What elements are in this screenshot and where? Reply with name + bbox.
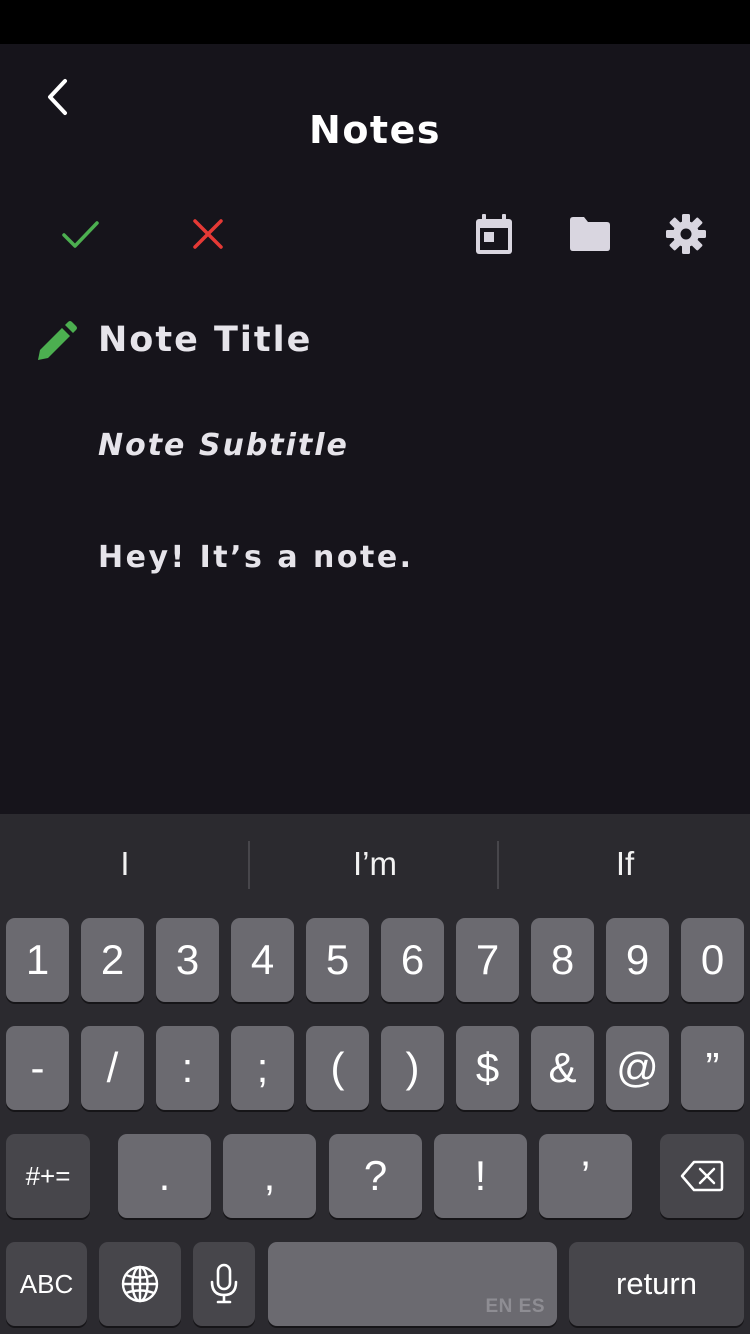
return-button[interactable]: return [569,1242,744,1326]
key-close-paren[interactable]: ) [381,1026,444,1110]
key-label: 8 [550,936,575,983]
calendar-button[interactable] [466,206,522,262]
key-5[interactable]: 5 [306,918,369,1002]
key-label: #+= [25,1160,71,1191]
abc-key[interactable]: ABC [6,1242,87,1326]
suggestion-divider [248,841,250,889]
key-label: ” [705,1044,720,1091]
key-3[interactable]: 3 [156,918,219,1002]
key-label: , [263,1152,276,1199]
key-label: ; [256,1044,269,1091]
key-label: 9 [625,936,650,983]
key-label: 2 [100,936,125,983]
note-body-field[interactable]: Hey! It’s a note. [98,540,414,575]
key-9[interactable]: 9 [606,918,669,1002]
note-subtitle-field[interactable]: Note Subtitle [98,428,349,463]
key-semicolon[interactable]: ; [231,1026,294,1110]
key-label: ) [405,1044,420,1091]
status-bar [0,0,750,44]
key-dollar[interactable]: $ [456,1026,519,1110]
key-2[interactable]: 2 [81,918,144,1002]
key-label: ! [474,1152,487,1199]
close-icon [193,219,223,249]
globe-icon [121,1265,159,1303]
key-8[interactable]: 8 [531,918,594,1002]
key-hyphen[interactable]: - [6,1026,69,1110]
key-label: / [106,1044,119,1091]
suggestion-divider [497,841,499,889]
page-title: Notes [309,108,441,152]
delete-button[interactable] [660,1134,744,1218]
calendar-icon [476,214,512,254]
key-label: . [158,1152,171,1199]
notes-screen: Notes Note Title Note Subtitle Hey! It’s… [0,0,750,1334]
suggestion-bar: I I’m If [0,814,750,914]
key-7[interactable]: 7 [456,918,519,1002]
dictation-button[interactable] [193,1242,255,1326]
save-button[interactable] [52,206,108,262]
microphone-icon [210,1263,238,1304]
key-0[interactable]: 0 [681,918,744,1002]
key-label: 7 [475,936,500,983]
key-label: : [181,1044,194,1091]
folder-icon [570,217,610,251]
settings-button[interactable] [658,206,714,262]
key-quote[interactable]: ” [681,1026,744,1110]
suggestion-item[interactable]: I’m [250,814,500,914]
key-label: @ [616,1044,659,1091]
key-slash[interactable]: / [81,1026,144,1110]
key-period[interactable]: . [118,1134,211,1218]
suggestion-item[interactable]: If [500,814,750,914]
key-label: 3 [175,936,200,983]
key-label: 4 [250,936,275,983]
globe-button[interactable] [99,1242,181,1326]
note-title-field[interactable]: Note Title [98,320,312,360]
key-6[interactable]: 6 [381,918,444,1002]
key-label: ? [363,1152,388,1199]
key-1[interactable]: 1 [6,918,69,1002]
key-comma[interactable]: , [223,1134,316,1218]
key-label: 6 [400,936,425,983]
key-apostrophe[interactable]: ’ [539,1134,632,1218]
key-label: 0 [700,936,725,983]
key-label: & [548,1044,577,1091]
key-label: ABC [19,1268,74,1299]
space-bar[interactable]: EN ES [268,1242,557,1326]
suggestion-item[interactable]: I [0,814,250,914]
key-label: 5 [325,936,350,983]
key-label: 1 [25,936,50,983]
gear-icon [666,214,706,254]
key-exclamation[interactable]: ! [434,1134,527,1218]
key-at[interactable]: @ [606,1026,669,1110]
check-icon [62,221,99,248]
key-4[interactable]: 4 [231,918,294,1002]
key-label: ’ [580,1152,591,1199]
key-ampersand[interactable]: & [531,1026,594,1110]
key-label: - [30,1044,45,1091]
key-label: return [616,1266,697,1301]
key-label: $ [475,1044,500,1091]
key-more-symbols[interactable]: #+= [6,1134,90,1218]
keyboard: I I’m If 1 2 3 4 5 6 7 8 9 0 - / : ; ( )… [0,814,750,1334]
backspace-icon [680,1160,724,1192]
key-question[interactable]: ? [329,1134,422,1218]
space-language-label: EN ES [485,1296,545,1317]
folder-button[interactable] [562,206,618,262]
cancel-button[interactable] [180,206,236,262]
key-label: ( [330,1044,345,1091]
pencil-icon [38,321,77,360]
key-colon[interactable]: : [156,1026,219,1110]
key-open-paren[interactable]: ( [306,1026,369,1110]
